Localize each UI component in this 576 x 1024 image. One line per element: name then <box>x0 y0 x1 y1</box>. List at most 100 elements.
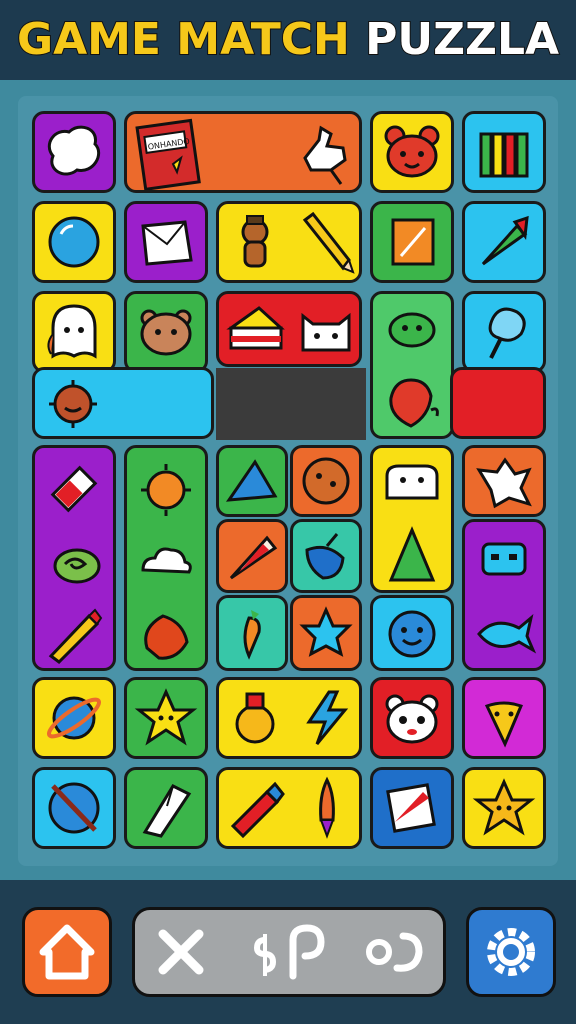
cherry-icon <box>389 378 439 428</box>
smiley-icon <box>388 610 436 658</box>
tile-ghost[interactable] <box>32 291 116 373</box>
tile-red-block[interactable] <box>450 367 546 439</box>
gear-icon <box>487 928 535 976</box>
tile-glue-rocket[interactable] <box>216 767 362 849</box>
tile-pizza[interactable] <box>216 519 288 593</box>
gingerbread-icon <box>241 215 269 268</box>
turtle-icon <box>388 312 436 348</box>
eraser-icon <box>50 465 98 513</box>
lightning-icon <box>306 690 349 745</box>
tile-purple-tall[interactable] <box>32 445 116 671</box>
sheep-icon <box>385 464 439 500</box>
tile-bear-brown[interactable] <box>124 291 208 373</box>
glue-icon <box>230 781 285 839</box>
rocket-icon <box>319 776 335 839</box>
tile-green-tall[interactable] <box>124 445 208 671</box>
bear-face-icon <box>140 309 192 356</box>
tile-crystal[interactable] <box>124 767 208 849</box>
tile-cone[interactable] <box>216 445 288 517</box>
hint-icon <box>253 924 325 980</box>
star-face-icon <box>472 778 536 836</box>
cone-icon <box>225 459 278 502</box>
tile-panda[interactable] <box>370 677 454 759</box>
carrot-icon <box>481 215 529 266</box>
action-pill <box>132 907 446 997</box>
cotton-candy-icon <box>488 307 526 359</box>
star-shape-icon <box>476 457 532 509</box>
tile-planet[interactable] <box>32 677 116 759</box>
tile-sword[interactable] <box>32 767 116 849</box>
pizza-icon <box>229 535 278 580</box>
close-icon <box>158 929 204 975</box>
virus-icon <box>49 380 97 428</box>
star-icon <box>299 606 353 657</box>
tile-folded-paper[interactable] <box>124 201 208 283</box>
tile-ball[interactable] <box>32 201 116 283</box>
planet-icon <box>47 696 101 740</box>
tile-cereal-hand[interactable]: ONHANDO <box>124 111 362 193</box>
cereal-box-icon: ONHANDO <box>135 118 201 190</box>
tile-virus-row[interactable] <box>32 367 214 439</box>
letter-m-icon <box>479 132 529 178</box>
scoop-icon <box>305 533 345 580</box>
robot-face-icon <box>481 542 527 576</box>
tile-cookie[interactable] <box>290 445 362 517</box>
tile-cake-cat[interactable] <box>216 291 362 367</box>
settings-button[interactable] <box>466 907 556 997</box>
blob-icon <box>144 614 189 660</box>
tile-smiley[interactable] <box>370 595 454 671</box>
note-icon <box>386 783 436 833</box>
tile-carrot-small[interactable] <box>216 595 288 671</box>
bear-face-icon <box>384 125 440 178</box>
header-bar: GAME MATCH PUZZLA <box>0 0 576 80</box>
home-icon <box>39 924 95 980</box>
tile-bear[interactable] <box>370 111 454 193</box>
undo-button[interactable] <box>349 910 443 994</box>
hint-button[interactable] <box>235 910 345 994</box>
title-part-1: GAME MATCH <box>16 13 351 66</box>
snail-icon <box>53 548 101 584</box>
tile-sheep-tree[interactable] <box>370 445 454 593</box>
cake-slice-icon <box>226 306 285 350</box>
tile-potion-lightning[interactable] <box>216 677 362 759</box>
tile-star-shape[interactable] <box>462 445 546 517</box>
tile-turtle-cherry[interactable] <box>370 291 454 439</box>
tile-scoop[interactable] <box>290 519 362 593</box>
pencil-icon <box>302 211 355 274</box>
tile-cotton-candy[interactable] <box>462 291 546 373</box>
undo-icon <box>366 932 423 972</box>
hand-icon <box>303 125 347 185</box>
folded-paper-icon <box>141 220 193 266</box>
tree-icon <box>388 526 436 582</box>
tile-notebook[interactable] <box>370 201 454 283</box>
crystal-icon <box>142 784 192 838</box>
tile-star-face[interactable] <box>124 677 208 759</box>
close-button[interactable] <box>135 910 229 994</box>
ball-icon <box>48 216 100 268</box>
potion-icon <box>235 692 275 744</box>
tile-star-face-2[interactable] <box>462 767 546 849</box>
tile-purple-right[interactable] <box>462 519 546 671</box>
star-face-icon <box>134 688 198 746</box>
pencil-icon <box>48 608 103 664</box>
title-part-2: PUZZLA <box>364 13 560 66</box>
tile-star[interactable] <box>290 595 362 671</box>
tile-carrot[interactable] <box>462 201 546 283</box>
sun-icon <box>141 464 191 516</box>
panda-icon <box>385 694 439 744</box>
cookie-icon <box>302 457 350 505</box>
tile-letter-m[interactable] <box>462 111 546 193</box>
notebook-icon <box>391 218 435 266</box>
tile-carrot-face[interactable] <box>462 677 546 759</box>
cotton-icon <box>47 125 101 176</box>
tile-gingerbread-pencil[interactable] <box>216 201 362 283</box>
cat-face-icon <box>301 312 351 352</box>
empty-gap <box>216 368 366 440</box>
sword-icon <box>48 782 100 834</box>
carrot-icon <box>243 610 261 660</box>
game-title: GAME MATCH PUZZLA <box>0 13 576 66</box>
tile-note[interactable] <box>370 767 454 849</box>
carrot-face-icon <box>484 701 524 748</box>
tile-cotton[interactable] <box>32 111 116 193</box>
home-button[interactable] <box>22 907 112 997</box>
